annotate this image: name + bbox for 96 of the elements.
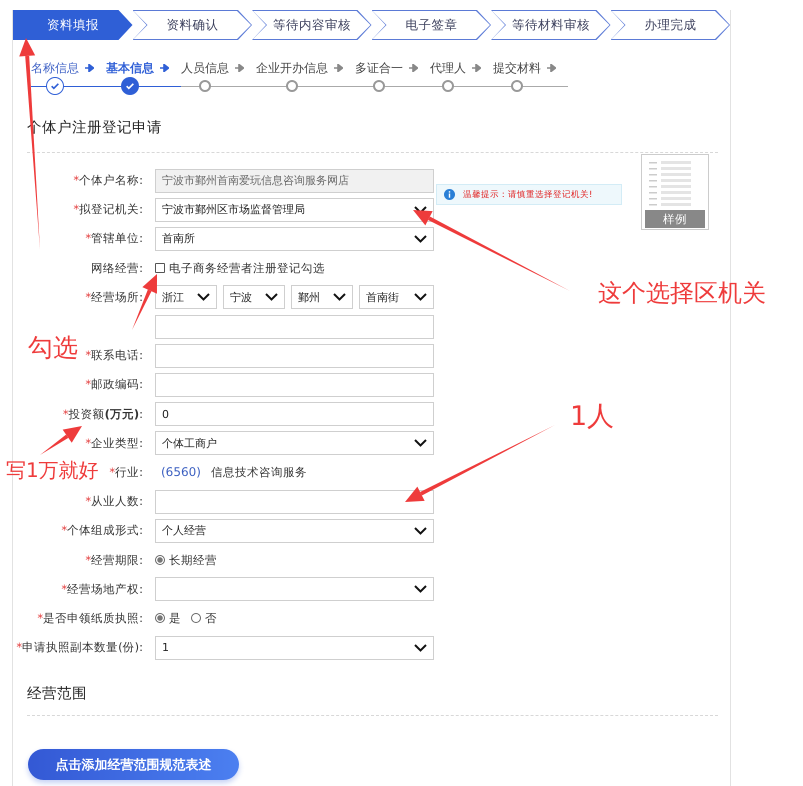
input-field[interactable] — [155, 344, 434, 368]
sample-thumbnail[interactable]: 样例 — [641, 154, 709, 230]
required-mark: * — [85, 290, 92, 304]
radio-button[interactable] — [191, 613, 201, 624]
field-label: 个体户名称: — [79, 173, 143, 188]
field-label: 行业: — [115, 464, 143, 479]
chevron-down-icon — [197, 293, 210, 302]
input-field[interactable]: 0 — [155, 402, 434, 426]
field-label: 管辖单位: — [91, 231, 143, 246]
sub-step-label[interactable]: 提交材料 — [493, 60, 541, 76]
select-field[interactable]: 1 — [155, 636, 434, 660]
chevron-down-icon — [333, 293, 346, 302]
select-field[interactable]: 宁波市鄞州区市场监督管理局 — [155, 198, 434, 222]
required-mark: * — [109, 464, 116, 479]
select-field[interactable]: 首南所 — [155, 226, 434, 251]
arrow-icon — [334, 64, 343, 72]
radio-label[interactable]: 否 — [205, 610, 217, 626]
arrow-icon — [409, 64, 418, 72]
checkbox[interactable] — [155, 263, 165, 274]
field-label: 从业人数: — [91, 494, 143, 508]
tooltip-text: 温馨提示：请慎重选择登记机关! — [463, 188, 592, 200]
arrow-icon — [160, 64, 169, 72]
field-label: 经营场所: — [91, 290, 143, 304]
select-field[interactable]: 个体工商户 — [155, 431, 434, 456]
sub-step-label[interactable]: 多证合一 — [355, 60, 403, 76]
field-label: 联系电话: — [91, 348, 143, 362]
required-mark: * — [61, 582, 68, 596]
radio-button[interactable] — [155, 555, 165, 566]
chevron-down-icon — [414, 526, 427, 535]
required-mark: * — [85, 377, 92, 392]
step-tab[interactable]: 电子签章 — [372, 10, 491, 40]
sub-step-label[interactable]: 代理人 — [430, 60, 466, 76]
chevron-down-icon — [414, 585, 427, 594]
step-tab[interactable]: 资料填报 — [13, 10, 132, 40]
required-mark: * — [61, 523, 68, 538]
field-label: 经营期限: — [91, 552, 143, 567]
arrow — [40, 426, 82, 455]
required-mark: * — [37, 610, 44, 625]
sub-step-label[interactable]: 企业开办信息 — [256, 60, 328, 76]
step-tab[interactable]: 办理完成 — [610, 10, 730, 40]
industry-code: (6560) — [161, 465, 201, 480]
sample-label: 样例 — [645, 210, 705, 228]
required-mark: * — [85, 552, 92, 567]
radio-label[interactable]: 是 — [169, 610, 181, 626]
checkbox-label[interactable]: 电子商务经营者注册登记勾选 — [169, 260, 325, 276]
select-field[interactable]: 首南街 — [359, 285, 434, 310]
select-field[interactable]: 个人经营 — [155, 518, 434, 543]
radio-button[interactable] — [155, 613, 165, 624]
field-label: 网络经营: — [91, 260, 143, 275]
required-mark: * — [16, 640, 22, 654]
arrow-icon — [472, 64, 481, 72]
step-tab[interactable]: 等待内容审核 — [252, 10, 372, 40]
input-field[interactable] — [155, 372, 434, 397]
arrow-icon — [85, 64, 94, 72]
chevron-down-icon — [414, 644, 427, 652]
section-title: 经营范围 — [27, 686, 88, 702]
sub-step-label[interactable]: 基本信息 — [106, 60, 154, 76]
info-icon — [444, 189, 455, 200]
industry-name: 信息技术咨询服务 — [210, 464, 307, 480]
chevron-down-icon — [414, 293, 427, 302]
field-label: 投资额(万元): — [68, 406, 143, 421]
field-label: 企业类型: — [91, 436, 143, 450]
required-mark: * — [85, 494, 92, 508]
radio-label[interactable]: 长期经营 — [169, 552, 217, 568]
annotation-text: 1人 — [570, 402, 614, 432]
field-label: 是否申领纸质执照: — [43, 610, 143, 625]
step-tab[interactable]: 等待材料审核 — [491, 10, 610, 40]
chevron-down-icon — [414, 439, 427, 448]
field-label: 邮政编码: — [91, 377, 143, 392]
input-field[interactable] — [155, 490, 434, 514]
annotation-text: 勾选 — [28, 334, 78, 362]
field-label: 拟登记机关: — [79, 202, 143, 216]
select-field[interactable]: 宁波 — [223, 285, 285, 310]
annotation-text: 这个选择区机关 — [598, 280, 766, 306]
field-label: 申请执照副本数量(份): — [22, 640, 143, 654]
step-tab[interactable]: 资料确认 — [132, 10, 252, 40]
required-mark: * — [62, 406, 69, 421]
field-label: 个体组成形式: — [67, 523, 143, 538]
required-mark: * — [73, 202, 80, 216]
arrow-icon — [235, 64, 244, 72]
select-field[interactable] — [155, 577, 434, 602]
select-field[interactable]: 鄞州 — [291, 285, 353, 310]
chevron-down-icon — [414, 234, 427, 243]
annotation-text: 写1万就好 — [6, 459, 99, 481]
required-mark: * — [85, 436, 92, 450]
select-field[interactable]: 浙江 — [155, 285, 217, 310]
sub-step-label[interactable]: 人员信息 — [181, 60, 229, 76]
arrow-icon — [547, 64, 556, 72]
required-mark: * — [85, 231, 92, 246]
input-field[interactable] — [155, 314, 434, 339]
add-scope-button[interactable]: 点击添加经营范围规范表述 — [28, 749, 239, 780]
sub-step-label[interactable]: 名称信息 — [31, 60, 79, 76]
field-label: 经营场地产权: — [67, 582, 143, 596]
chevron-down-icon — [265, 293, 278, 302]
required-mark: * — [73, 173, 80, 188]
required-mark: * — [85, 348, 92, 362]
